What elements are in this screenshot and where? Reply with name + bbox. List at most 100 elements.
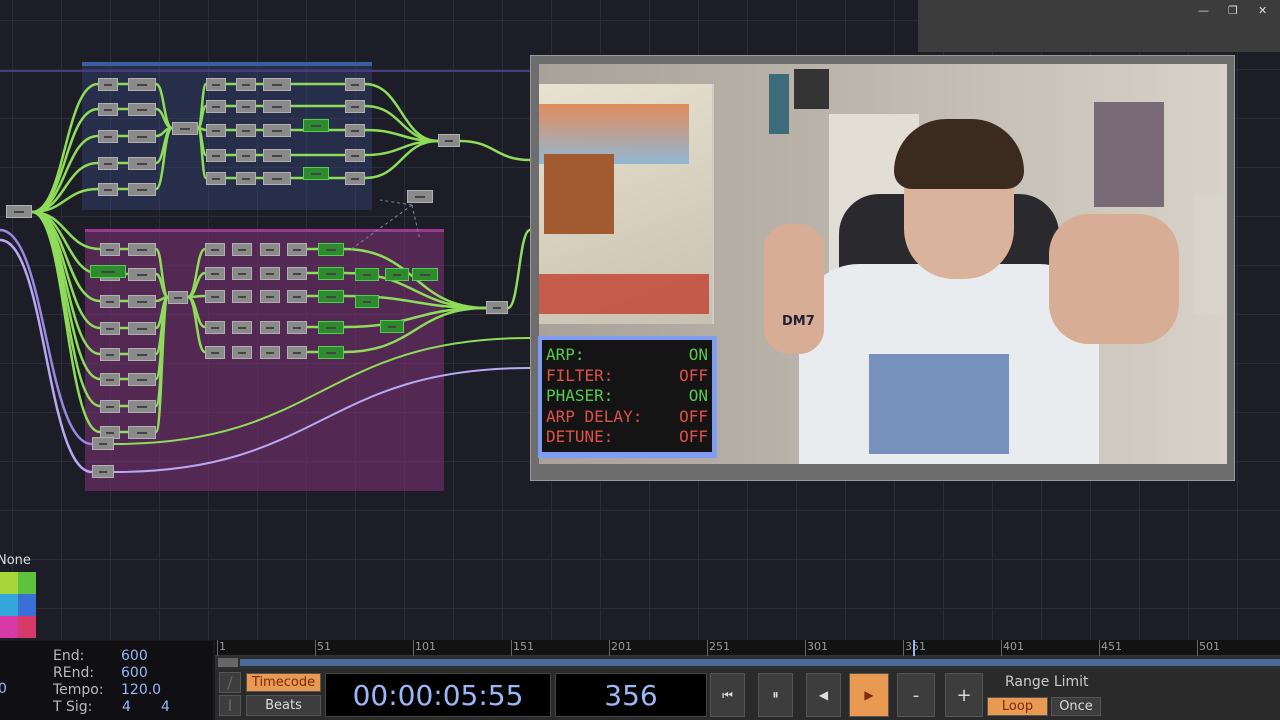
operator-node[interactable] [232, 243, 252, 256]
operator-node[interactable] [128, 78, 156, 91]
operator-node[interactable] [172, 122, 198, 135]
operator-node[interactable] [205, 267, 225, 280]
operator-node[interactable] [100, 373, 120, 386]
beats-mode-button[interactable]: Beats [246, 695, 321, 716]
operator-node[interactable] [380, 320, 404, 333]
operator-node[interactable] [128, 373, 156, 386]
operator-node[interactable] [318, 267, 344, 280]
operator-node[interactable] [345, 78, 365, 91]
operator-node[interactable] [232, 346, 252, 359]
operator-node[interactable] [232, 267, 252, 280]
operator-node[interactable] [345, 149, 365, 162]
play-button[interactable]: ▶ [849, 673, 889, 717]
operator-node[interactable] [260, 267, 280, 280]
operator-node[interactable] [263, 172, 291, 185]
operator-node[interactable] [205, 321, 225, 334]
timecode-display[interactable]: 00:00:05:55 [325, 673, 551, 717]
tsig-denominator[interactable]: 4 [161, 699, 170, 715]
operator-node[interactable] [205, 290, 225, 303]
palette-swatch[interactable] [0, 594, 18, 616]
operator-node[interactable] [318, 321, 344, 334]
operator-node[interactable] [128, 400, 156, 413]
operator-node[interactable] [232, 321, 252, 334]
operator-node[interactable] [6, 205, 32, 218]
operator-node[interactable] [206, 78, 226, 91]
slash-toggle-button[interactable]: / [219, 672, 241, 693]
operator-node[interactable] [128, 322, 156, 335]
operator-node[interactable] [205, 346, 225, 359]
palette-swatch[interactable] [18, 594, 36, 616]
operator-node[interactable] [318, 346, 344, 359]
operator-node[interactable] [355, 295, 379, 308]
operator-node[interactable] [206, 172, 226, 185]
operator-node[interactable] [236, 78, 256, 91]
operator-node[interactable] [128, 130, 156, 143]
step-back-button[interactable]: ◀ [806, 673, 841, 717]
operator-node[interactable] [98, 157, 118, 170]
operator-node[interactable] [128, 183, 156, 196]
operator-node[interactable] [407, 190, 433, 203]
operator-node[interactable] [263, 100, 291, 113]
operator-node[interactable] [205, 243, 225, 256]
operator-node[interactable] [287, 321, 307, 334]
timeline-ruler[interactable]: 1 51 101 151 201 251 301 351 401 451 501 [215, 640, 1280, 656]
operator-node[interactable] [303, 167, 329, 180]
operator-node[interactable] [345, 100, 365, 113]
operator-node[interactable] [90, 265, 126, 278]
operator-node[interactable] [260, 346, 280, 359]
operator-node[interactable] [100, 322, 120, 335]
operator-node[interactable] [287, 243, 307, 256]
operator-node[interactable] [260, 290, 280, 303]
operator-node[interactable] [100, 295, 120, 308]
operator-node[interactable] [236, 149, 256, 162]
operator-node[interactable] [128, 103, 156, 116]
bar-toggle-button[interactable]: I [219, 695, 241, 716]
end-value[interactable]: 600 [121, 648, 148, 664]
timeline-scrollbar[interactable] [215, 656, 1280, 669]
operator-node[interactable] [232, 290, 252, 303]
operator-node[interactable] [287, 346, 307, 359]
operator-node[interactable] [206, 149, 226, 162]
tsig-numerator[interactable]: 4 [122, 699, 131, 715]
frame-display[interactable]: 356 [555, 673, 707, 717]
operator-node[interactable] [263, 124, 291, 137]
operator-node[interactable] [236, 172, 256, 185]
operator-node[interactable] [98, 78, 118, 91]
pause-button[interactable]: ⏸ [758, 673, 793, 717]
operator-node[interactable] [412, 268, 438, 281]
operator-node[interactable] [486, 301, 508, 314]
once-button[interactable]: Once [1051, 697, 1101, 716]
operator-node[interactable] [128, 268, 156, 281]
step-backward-button[interactable]: - [897, 673, 935, 717]
operator-node[interactable] [438, 134, 460, 147]
operator-node[interactable] [92, 437, 114, 450]
operator-node[interactable] [98, 103, 118, 116]
color-palette[interactable]: None [0, 553, 36, 641]
operator-node[interactable] [355, 268, 379, 281]
loop-button[interactable]: Loop [987, 697, 1048, 716]
rewind-to-start-button[interactable]: ⏮ [710, 673, 745, 717]
operator-node[interactable] [287, 267, 307, 280]
palette-swatch[interactable] [18, 616, 36, 638]
operator-node[interactable] [318, 243, 344, 256]
operator-node[interactable] [168, 291, 188, 304]
operator-node[interactable] [263, 78, 291, 91]
operator-node[interactable] [385, 268, 409, 281]
operator-node[interactable] [345, 172, 365, 185]
palette-swatch[interactable] [0, 572, 18, 594]
operator-node[interactable] [100, 400, 120, 413]
operator-node[interactable] [263, 149, 291, 162]
palette-swatch[interactable] [18, 572, 36, 594]
playhead[interactable] [912, 640, 915, 656]
operator-node[interactable] [128, 295, 156, 308]
operator-node[interactable] [92, 465, 114, 478]
operator-node[interactable] [345, 124, 365, 137]
operator-node[interactable] [100, 348, 120, 361]
operator-node[interactable] [260, 243, 280, 256]
operator-node[interactable] [206, 124, 226, 137]
operator-node[interactable] [236, 124, 256, 137]
tempo-value[interactable]: 120.0 [121, 682, 161, 698]
operator-node[interactable] [98, 183, 118, 196]
step-forward-button[interactable]: + [945, 673, 983, 717]
operator-node[interactable] [128, 348, 156, 361]
